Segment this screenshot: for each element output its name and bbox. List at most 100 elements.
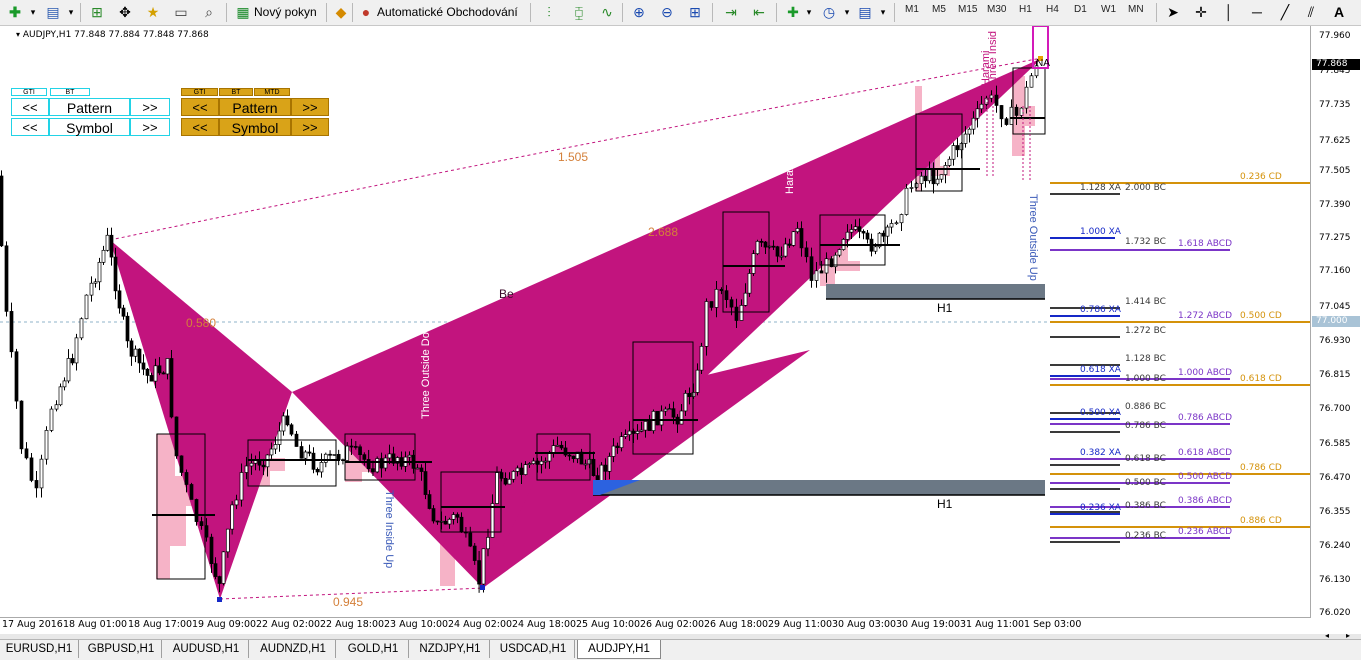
cyan-pattern-next-button[interactable]: >> [130, 98, 170, 116]
chart-tab[interactable]: AUDJPY,H1 [577, 640, 661, 659]
timeframe-h1[interactable]: H1 [1019, 4, 1032, 15]
metaeditor-icon[interactable]: ◆ [332, 3, 350, 21]
candle-body [1004, 118, 1009, 125]
candle-body [979, 103, 984, 110]
time-axis-label: 24 Aug 02:00 [448, 619, 513, 630]
time-axis-label: 18 Aug 01:00 [63, 619, 128, 630]
navigator-icon[interactable]: ✥ [116, 3, 134, 21]
cyan-symbol-next-button[interactable]: >> [130, 118, 170, 136]
auto-scroll-icon[interactable]: ⇥ [722, 3, 740, 21]
chart-tab[interactable]: EURUSD,H1 [0, 640, 79, 658]
channel-icon[interactable]: ⫽ [1302, 3, 1320, 21]
chart-tab[interactable]: GBPUSD,H1 [81, 640, 162, 658]
timeframe-m1[interactable]: M1 [905, 4, 919, 15]
chart-tab[interactable]: GOLD,H1 [338, 640, 409, 658]
fib-level-label: 0.500 CD [1240, 311, 1282, 321]
fib-level-label: 1.272 ABCD [1178, 311, 1233, 321]
trendline-icon[interactable]: ╱ [1276, 3, 1294, 21]
candle-body [407, 454, 412, 458]
candle-body [679, 410, 684, 425]
timeframe-m30[interactable]: M30 [987, 4, 1006, 15]
terminal-icon[interactable]: ▭ [172, 3, 190, 21]
fib-level-label: 0.382 XA [1080, 448, 1121, 458]
timeframe-d1[interactable]: D1 [1074, 4, 1087, 15]
new-order-icon[interactable]: ▦ [234, 3, 252, 21]
gold-symbol-prev-button[interactable]: << [181, 118, 219, 136]
fib-level-label: 0.386 BC [1125, 501, 1166, 511]
cyan-tag-bt[interactable]: BT [50, 88, 90, 96]
tile-windows-icon[interactable]: ⊞ [686, 3, 704, 21]
dropdown-arrow-icon[interactable]: ▾ [874, 3, 892, 21]
candle-body [249, 462, 254, 467]
candle-body [539, 460, 544, 465]
chart-tab[interactable]: AUDUSD,H1 [164, 640, 249, 658]
resistance-zone [826, 284, 1045, 299]
chart-tab[interactable]: AUDNZD,H1 [251, 640, 336, 658]
vertical-line-icon[interactable]: │ [1220, 3, 1238, 21]
candle-body [975, 108, 980, 119]
candle-body [323, 453, 328, 463]
candle-body [724, 290, 729, 301]
time-axis-label: 29 Aug 11:00 [768, 619, 833, 630]
timeframe-h4[interactable]: H4 [1046, 4, 1059, 15]
candle-body [804, 247, 809, 258]
favorites-icon[interactable]: ★ [144, 3, 162, 21]
gold-tag-gti[interactable]: GTI [181, 88, 218, 96]
symbol-dropdown-icon[interactable]: ▾ [16, 30, 20, 39]
dropdown-arrow-icon[interactable]: ▾ [24, 3, 42, 21]
market-watch-icon[interactable]: ⊞ [88, 3, 106, 21]
line-chart-icon[interactable]: ∿ [598, 3, 616, 21]
profiles-icon[interactable]: ▤ [44, 3, 62, 21]
candle-body [695, 369, 700, 393]
price-scale[interactable]: 77.960 77.845 77.735 77.625 77.505 77.390 77.2… [1311, 26, 1361, 618]
cyan-pattern-prev-button[interactable]: << [11, 98, 49, 116]
time-axis-label: 26 Aug 18:00 [704, 619, 769, 630]
candle-body [904, 187, 909, 215]
templates-icon[interactable]: ▤ [856, 3, 874, 21]
candle-body [169, 358, 174, 418]
horizontal-line-icon[interactable]: ─ [1248, 3, 1266, 21]
strategy-tester-icon[interactable]: ⌕ [200, 3, 218, 21]
candle-body [739, 305, 744, 321]
gold-pattern-next-button[interactable]: >> [291, 98, 329, 116]
gold-symbol-next-button[interactable]: >> [291, 118, 329, 136]
candle-body [955, 145, 960, 151]
candlestick-icon[interactable]: ⧮ [570, 3, 588, 21]
zoom-out-icon[interactable]: ⊖ [658, 3, 676, 21]
candle-body [531, 460, 536, 464]
cyan-symbol-prev-button[interactable]: << [11, 118, 49, 136]
timeframe-mn[interactable]: MN [1128, 4, 1144, 15]
three-inside-up-label: Three Inside Up [383, 490, 395, 569]
gold-pattern-prev-button[interactable]: << [181, 98, 219, 116]
timeframe-m15[interactable]: M15 [958, 4, 977, 15]
dropdown-arrow-icon[interactable]: ▾ [838, 3, 856, 21]
new-order-button[interactable]: Nový pokyn [254, 2, 317, 22]
candle-body [49, 408, 54, 431]
auto-trading-button[interactable]: Automatické Obchodování [377, 2, 518, 22]
timeframe-m5[interactable]: M5 [932, 4, 946, 15]
gold-tag-mtd[interactable]: MTD [254, 88, 290, 96]
new-chart-icon[interactable]: ✚ [6, 3, 24, 21]
dropdown-arrow-icon[interactable]: ▾ [800, 3, 818, 21]
chart-shift-icon[interactable]: ⇤ [750, 3, 768, 21]
candle-body [105, 234, 110, 251]
chart-tab[interactable]: USDCAD,H1 [492, 640, 575, 658]
time-axis[interactable]: 17 Aug 2016 18 Aug 01:00 18 Aug 17:00 19 Au… [0, 617, 1310, 634]
fib-level-label: 0.500 BC [1125, 478, 1166, 488]
dropdown-arrow-icon[interactable]: ▾ [62, 3, 80, 21]
cursor-icon[interactable]: ➤ [1164, 3, 1182, 21]
gold-tag-bt[interactable]: BT [219, 88, 253, 96]
periods-icon[interactable]: ◷ [820, 3, 838, 21]
fib-level-label: 0.886 BC [1125, 402, 1166, 412]
price-chart[interactable]: ▾ AUDJPY,H1 77.848 77.884 77.848 77.868 … [0, 26, 1311, 618]
chart-tab[interactable]: NZDJPY,H1 [411, 640, 490, 658]
crosshair-icon[interactable]: ✛ [1192, 3, 1210, 21]
bar-chart-icon[interactable]: ⫶ [540, 3, 558, 21]
text-tool-icon[interactable]: A [1330, 3, 1348, 21]
zoom-in-icon[interactable]: ⊕ [630, 3, 648, 21]
candle-body [137, 348, 142, 364]
fib-level-label: 0.386 ABCD [1178, 496, 1233, 506]
cyan-tag-gti[interactable]: GTI [11, 88, 47, 96]
timeframe-w1[interactable]: W1 [1101, 4, 1116, 15]
auto-trading-icon[interactable]: ● [357, 3, 375, 21]
